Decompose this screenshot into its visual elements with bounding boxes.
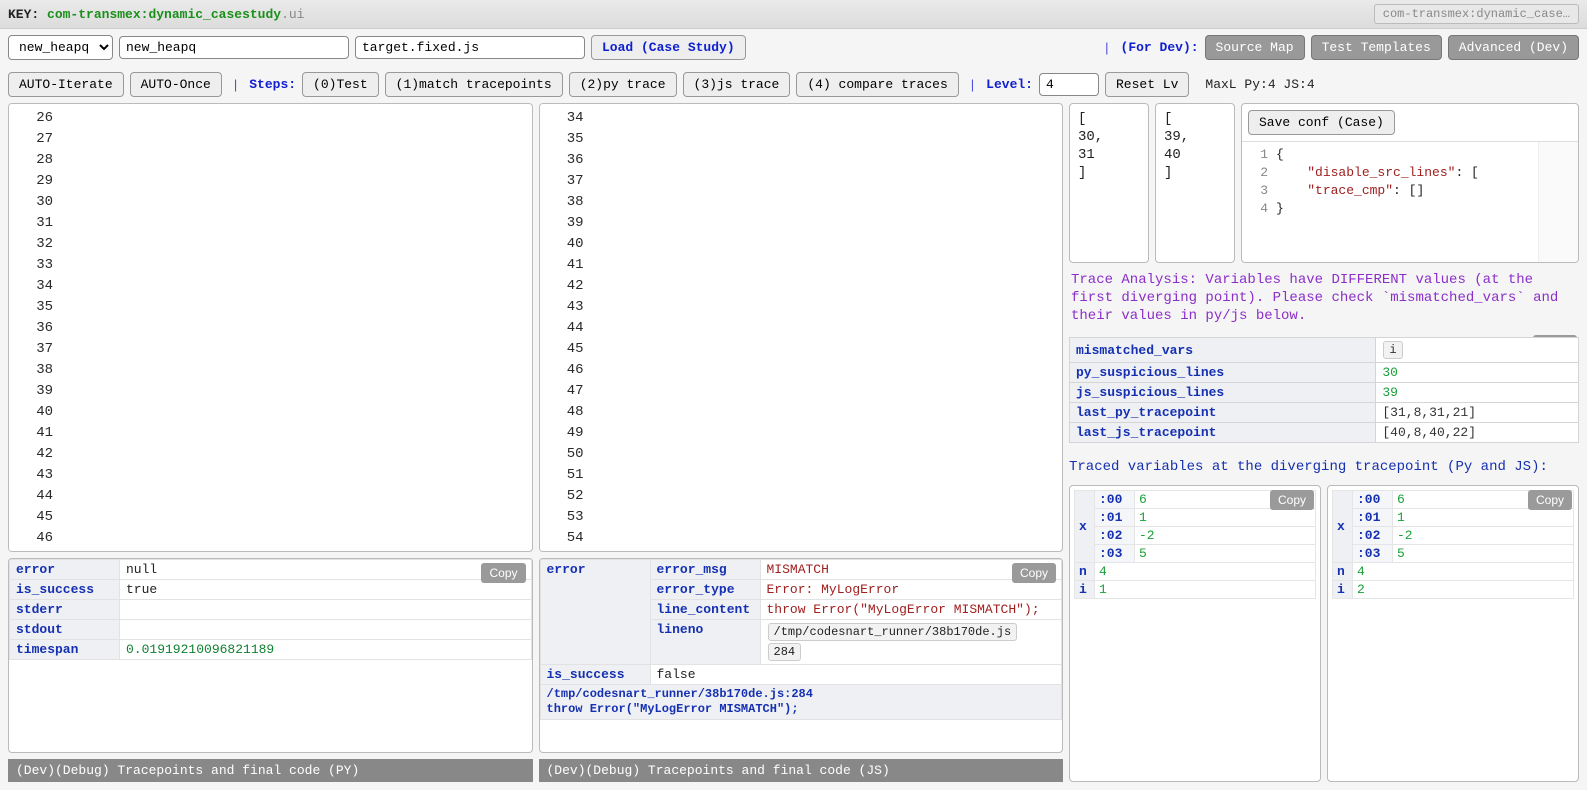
key-label: KEY: com-transmex:dynamic_casestudy.ui [8, 7, 304, 22]
conf-panel: Save conf (Case) 1234 { "disable_src_lin… [1241, 103, 1579, 263]
title-bar: KEY: com-transmex:dynamic_casestudy.ui c… [0, 0, 1587, 29]
copy-button[interactable]: Copy [481, 563, 525, 583]
advanced-button[interactable]: Advanced (Dev) [1448, 35, 1579, 60]
trace-analysis-text: Trace Analysis: Variables have DIFFERENT… [1069, 269, 1579, 327]
copy-button[interactable]: Copy [1012, 563, 1056, 583]
case-select[interactable]: new_heapq [8, 35, 113, 60]
js-editor[interactable]: 3435363738394041424344454647484950515253… [539, 103, 1064, 552]
test-templates-button[interactable]: Test Templates [1311, 35, 1442, 60]
source-map-button[interactable]: Source Map [1205, 35, 1305, 60]
copy-button[interactable]: Copy [1528, 490, 1572, 510]
reset-level-button[interactable]: Reset Lv [1105, 72, 1189, 97]
target-input[interactable] [355, 36, 585, 59]
fordev-label: (For Dev): [1121, 40, 1199, 55]
js-trace-box: Copy x:006:011:02-2:035n4i2 [1327, 485, 1579, 782]
js-result-panel: Copy errorerror_msgMISMATCHerror_typeErr… [539, 558, 1064, 753]
py-result-panel: Copy errornullis_successtruestderrstdout… [8, 558, 533, 753]
js-footer: (Dev)(Debug) Tracepoints and final code … [539, 759, 1064, 782]
py-footer: (Dev)(Debug) Tracepoints and final code … [8, 759, 533, 782]
step-0-button[interactable]: (0)Test [302, 72, 379, 97]
auto-iterate-button[interactable]: AUTO-Iterate [8, 72, 124, 97]
auto-once-button[interactable]: AUTO-Once [130, 72, 222, 97]
step-4-button[interactable]: (4) compare traces [796, 72, 958, 97]
py-editor[interactable]: 2627282930313233343536373839404142434445… [8, 103, 533, 552]
steps-label: Steps: [249, 77, 296, 92]
traced-vars-header: Traced variables at the diverging tracep… [1069, 459, 1579, 475]
toolbar-1: new_heapq Load (Case Study) | (For Dev):… [0, 29, 1587, 66]
load-button[interactable]: Load (Case Study) [591, 35, 746, 60]
step-1-button[interactable]: (1)match tracepoints [385, 72, 563, 97]
toolbar-2: AUTO-Iterate AUTO-Once | Steps: (0)Test … [0, 66, 1587, 103]
case-input[interactable] [119, 36, 349, 59]
py-lines-list: [ 30, 31] [1069, 103, 1149, 263]
py-trace-box: Copy x:006:011:02-2:035n4i1 [1069, 485, 1321, 782]
level-input[interactable] [1039, 73, 1099, 96]
window-tab[interactable]: com-transmex:dynamic_case… [1374, 4, 1579, 24]
step-3-button[interactable]: (3)js trace [683, 72, 791, 97]
save-conf-button[interactable]: Save conf (Case) [1248, 110, 1395, 135]
minimap [1538, 142, 1578, 262]
step-2-button[interactable]: (2)py trace [569, 72, 677, 97]
js-lines-list: [ 39, 40] [1155, 103, 1235, 263]
copy-button[interactable]: Copy [1270, 490, 1314, 510]
level-label: Level: [986, 77, 1033, 92]
maxl-label: MaxL Py:4 JS:4 [1205, 77, 1314, 92]
